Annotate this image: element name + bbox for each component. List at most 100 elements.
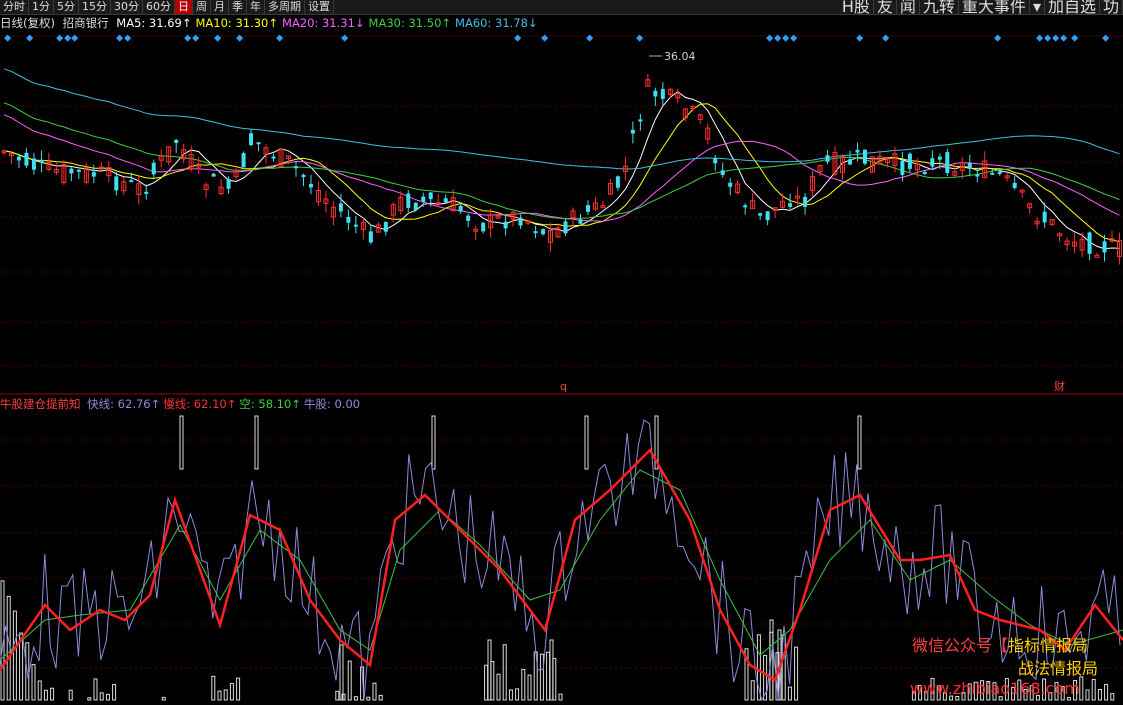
indicator-bar [335, 690, 340, 701]
indicator-legend-3: 牛股: 0.00 [303, 397, 361, 411]
candle-body [653, 90, 658, 97]
indicator-bar [1091, 678, 1096, 701]
indicator-bar [502, 644, 507, 701]
event-mark-q: q [560, 380, 567, 393]
indicator-bar [372, 682, 377, 701]
candle-body [406, 193, 411, 208]
candle-body [144, 191, 149, 194]
indicator-bar [223, 689, 228, 701]
candle-body [563, 221, 568, 234]
indicator-bar [484, 664, 489, 701]
watermark-url: www.zhibiao168.com [910, 679, 1080, 698]
indicator-bar [161, 696, 166, 701]
candle-body [758, 213, 763, 216]
indicator-bar [1104, 683, 1109, 701]
indicator-bar [515, 688, 520, 701]
ma60-line [3, 68, 1120, 170]
indicator-bar [347, 660, 352, 701]
candle-body [720, 170, 725, 176]
indicator-bar [99, 692, 104, 701]
candle-body [421, 196, 426, 202]
ma30-line [3, 102, 1120, 220]
candle-body [743, 205, 748, 208]
candle-body [428, 192, 433, 200]
indicator-bar [31, 664, 36, 701]
indicator-bar [521, 668, 526, 701]
indicator-bar [87, 697, 92, 701]
candle-body [541, 229, 546, 235]
indicator-bar [496, 673, 501, 701]
candle-body [1087, 232, 1092, 254]
max-price-label: 36.04 [664, 50, 696, 63]
candle-body [39, 159, 44, 163]
candle-body [16, 156, 21, 161]
candle-body [24, 152, 29, 166]
candle-body [615, 176, 620, 188]
indicator-bar [12, 610, 17, 701]
candle-body [630, 129, 635, 134]
indicator-bar [50, 687, 55, 701]
indicator-bar [112, 683, 117, 701]
candle-body [31, 158, 36, 170]
indicator-bar [539, 653, 544, 701]
candle-body [211, 173, 216, 177]
candle-body [91, 172, 96, 177]
candle-body [937, 156, 942, 160]
indicator-bar [6, 595, 11, 701]
indicator-bar [68, 689, 73, 701]
indicator-bar [558, 693, 563, 701]
candle-body [241, 153, 246, 168]
candle-body [900, 160, 905, 175]
candle-body [660, 88, 665, 99]
indicator-legend-0: 快线: 62.76↑ [87, 397, 161, 411]
indicator-bar [93, 678, 98, 701]
candle-body [114, 176, 119, 191]
indicator-legend-1: 慢线: 62.10↑ [163, 397, 237, 411]
candle-body [967, 163, 972, 169]
stock-chart[interactable]: 36.04 q 财 [0, 0, 1123, 705]
candle-body [585, 205, 590, 212]
candle-body [788, 203, 793, 207]
candle-body [503, 221, 508, 229]
candle-body [413, 202, 418, 211]
candle-body [383, 221, 388, 232]
indicator-bar [508, 689, 513, 701]
indicator-bar [366, 696, 371, 701]
indicator-bar [1079, 676, 1084, 701]
candle-body [256, 142, 261, 145]
candle-body [847, 159, 852, 165]
indicator-bar [339, 644, 344, 701]
candle-body [990, 172, 995, 175]
candle-body [481, 222, 486, 232]
candle-body [533, 231, 538, 234]
bull-signal-bar [254, 415, 259, 470]
candle-body [975, 174, 980, 177]
candle-body [803, 196, 808, 207]
candle-body [174, 139, 179, 144]
indicator-bar [353, 696, 358, 701]
candle-body [578, 219, 583, 224]
indicator-bar [37, 680, 42, 701]
indicator-bar [236, 677, 241, 701]
candle-body [76, 169, 81, 172]
indicator-legend: 牛股建仓提前知 快线: 62.76↑ 慢线: 62.10↑ 空: 58.10↑ 牛股:… [0, 396, 366, 412]
candle-body [855, 149, 860, 153]
indicator-bar [217, 690, 222, 701]
candle-body [713, 158, 718, 164]
indicator-legend-2: 空: 58.10↑ [239, 397, 301, 411]
candle-body [466, 215, 471, 221]
candle-body [353, 224, 358, 227]
bull-signal-bar [431, 415, 436, 470]
candle-body [301, 174, 306, 178]
candle-body [945, 152, 950, 173]
candle-body [271, 156, 276, 159]
event-mark-cai: 财 [1054, 379, 1065, 393]
candle-body [129, 180, 134, 183]
candle-body [338, 203, 343, 212]
candle-body [728, 182, 733, 187]
candle-body [1094, 254, 1100, 258]
indicator-bar [1110, 693, 1115, 701]
indicator-bar [787, 686, 792, 701]
candle-body [1012, 182, 1017, 189]
candle-body [825, 155, 830, 162]
